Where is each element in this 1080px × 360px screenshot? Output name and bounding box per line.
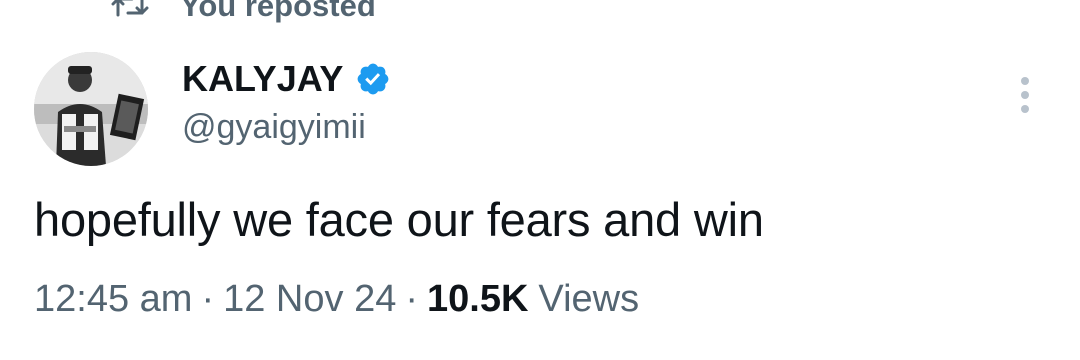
- display-name[interactable]: KALYJAY: [182, 58, 343, 100]
- views-count: 10.5K: [427, 278, 529, 320]
- views-label: Views: [538, 278, 640, 320]
- repost-header: You reposted: [110, 0, 376, 26]
- tweet-meta: 12:45 am · 12 Nov 24 · 10.5K Views: [34, 278, 639, 321]
- tweet-date[interactable]: 12 Nov 24: [223, 278, 396, 321]
- verified-badge-icon[interactable]: [355, 61, 391, 97]
- repost-icon: [110, 0, 150, 21]
- tweet-time[interactable]: 12:45 am: [34, 278, 192, 321]
- avatar[interactable]: [34, 52, 148, 166]
- author-handle[interactable]: @gyaigyimii: [182, 108, 366, 147]
- tweet-text: hopefully we face our fears and win: [34, 193, 764, 246]
- repost-label: You reposted: [180, 0, 376, 23]
- more-options-button[interactable]: [1005, 74, 1045, 120]
- author-name-row[interactable]: KALYJAY: [182, 56, 391, 102]
- meta-separator: ·: [405, 278, 418, 320]
- more-options-icon: [1019, 75, 1031, 120]
- meta-separator: ·: [201, 278, 215, 320]
